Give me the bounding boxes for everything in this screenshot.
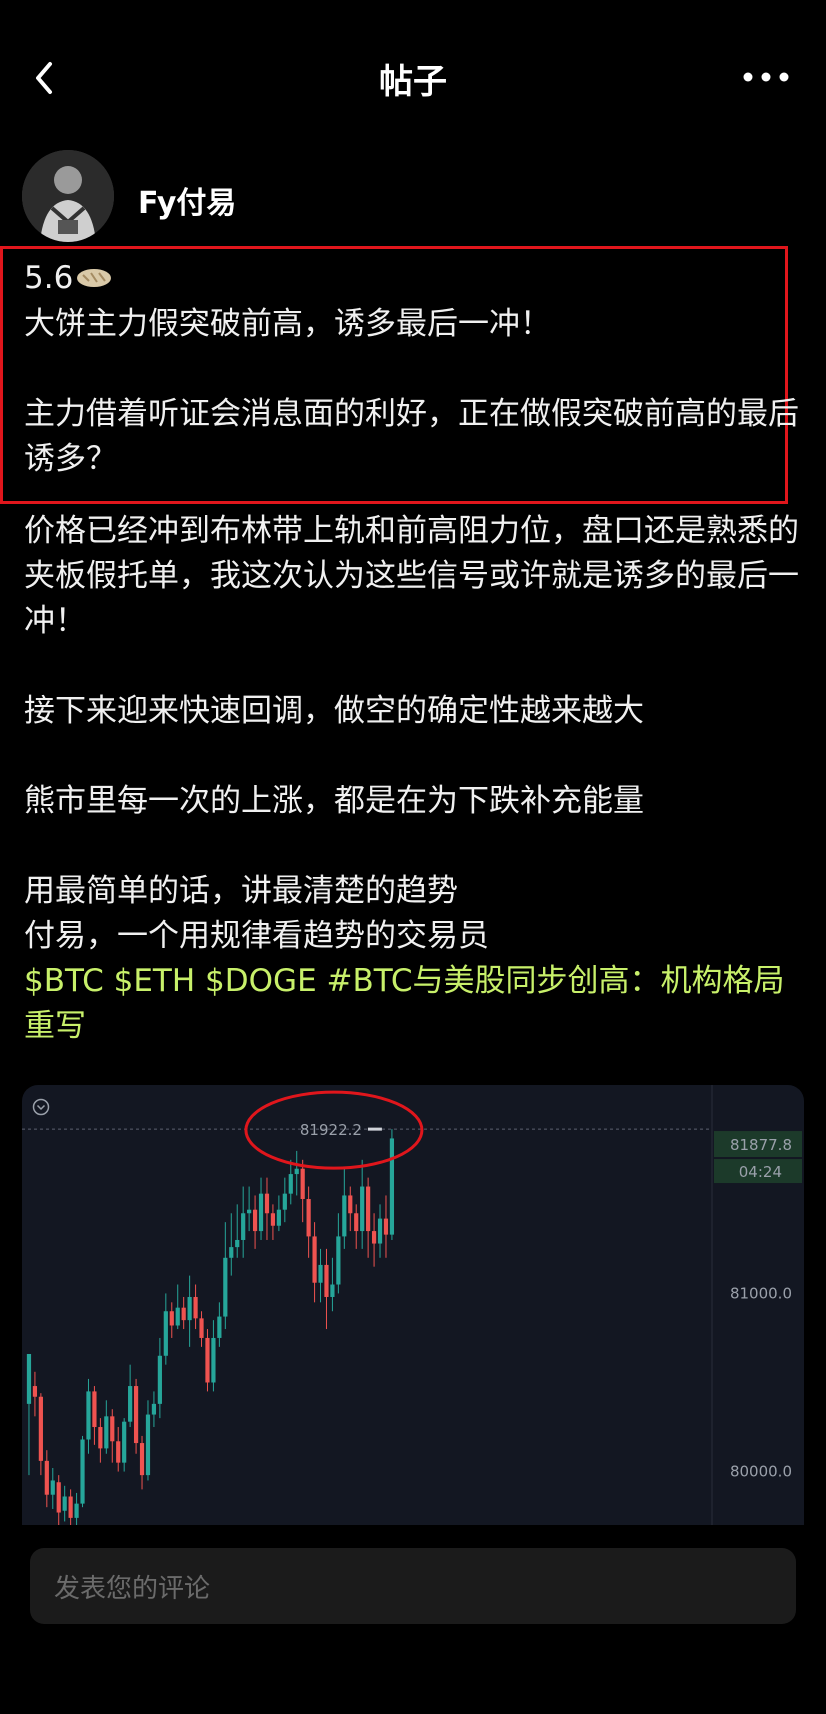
more-options-button[interactable] xyxy=(736,62,796,92)
tag-btc[interactable]: $BTC xyxy=(24,963,104,999)
tag-eth[interactable]: $ETH xyxy=(114,963,196,999)
collapse-icon xyxy=(32,1098,50,1116)
candle-body xyxy=(377,1218,383,1244)
candle-body xyxy=(151,1403,157,1415)
candle-body xyxy=(62,1496,67,1511)
candle-body xyxy=(181,1307,186,1321)
post-paragraph: 熊市里每一次的上涨，都是在为下跌补充能量 xyxy=(24,783,644,819)
candle-body xyxy=(247,1209,252,1214)
candle-body xyxy=(157,1355,162,1404)
post-content: 5.6 大饼主力假突破前高，诱多最后一冲！ 主力借着听证会消息面的利好，正在做假… xyxy=(24,256,804,1049)
candle-body xyxy=(122,1421,127,1463)
post-paragraph: 主力借着听证会消息面的利好，正在做假突破前高的最后诱多？ xyxy=(24,396,799,477)
candle-body xyxy=(38,1396,43,1461)
current-price-label: 81877.8 xyxy=(730,1136,792,1154)
post-paragraph: 接下来迎来快速回调，做空的确定性越来越大 xyxy=(24,693,644,729)
candle-body xyxy=(68,1496,73,1518)
candle-body xyxy=(306,1199,311,1237)
top-bar: 帖子 xyxy=(0,0,826,160)
candle-body xyxy=(187,1296,192,1321)
post-paragraph: 价格已经冲到布林带上轨和前高阻力位，盘口还是熟悉的夹板假托单，我这次认为这些信号… xyxy=(24,513,799,639)
author-name[interactable]: Fy付易 xyxy=(138,178,236,222)
candle-body xyxy=(104,1416,109,1449)
candle-body xyxy=(235,1239,240,1248)
candle-body xyxy=(258,1193,264,1232)
candle-body xyxy=(26,1353,32,1404)
candle-body xyxy=(32,1386,38,1397)
candle-body xyxy=(360,1186,365,1232)
y-tick-label: 80000.0 xyxy=(730,1463,792,1481)
candle-body xyxy=(252,1209,258,1232)
candle-body xyxy=(223,1257,228,1317)
candle-body xyxy=(50,1480,55,1495)
candle-body xyxy=(389,1138,395,1235)
comment-placeholder: 发表您的评论 xyxy=(54,1574,211,1604)
candle-body xyxy=(229,1247,234,1258)
candle-body xyxy=(110,1416,115,1442)
candle-body xyxy=(300,1168,305,1200)
comment-input[interactable]: 发表您的评论 xyxy=(30,1548,796,1624)
candle-body xyxy=(44,1460,49,1495)
post-paragraph: 大饼主力假突破前高，诱多最后一冲！ xyxy=(24,306,551,342)
avatar[interactable] xyxy=(22,150,114,242)
flatbread-emoji-icon xyxy=(75,257,113,302)
post-date: 5.6 xyxy=(24,260,74,296)
candle-body xyxy=(354,1213,359,1232)
candle-body xyxy=(330,1284,335,1297)
collapse-icon-chevron xyxy=(36,1104,46,1111)
candle-body xyxy=(211,1337,216,1383)
candle-body xyxy=(276,1209,281,1226)
high-price-label: 81922.2 xyxy=(300,1121,362,1139)
candle-body xyxy=(139,1443,145,1476)
more-dots-icon xyxy=(743,72,789,82)
candle-body xyxy=(241,1213,246,1240)
candlestick-chart: 81000.0 80000.0 81922.2 81877.8 04:24 xyxy=(22,1085,802,1525)
candle-body xyxy=(348,1195,353,1214)
candle-body xyxy=(128,1386,133,1422)
candle-body xyxy=(163,1311,168,1356)
candle-body xyxy=(312,1236,317,1283)
price-chart[interactable]: 81000.0 80000.0 81922.2 81877.8 04:24 xyxy=(22,1085,804,1525)
candle-body xyxy=(169,1311,174,1326)
candle-body xyxy=(199,1318,204,1338)
candle-body xyxy=(145,1414,151,1476)
countdown-label: 04:24 xyxy=(739,1163,782,1181)
candle-body xyxy=(133,1386,139,1444)
candle-body xyxy=(270,1213,276,1226)
post-paragraph: 用最简单的话，讲最清楚的趋势 xyxy=(24,873,458,909)
candle-body xyxy=(86,1391,91,1440)
y-tick-label: 81000.0 xyxy=(730,1284,792,1302)
candle-body xyxy=(175,1307,180,1326)
candle-body xyxy=(92,1391,97,1428)
tag-doge[interactable]: $DOGE xyxy=(205,963,317,999)
candle-body xyxy=(80,1439,85,1504)
candle-body xyxy=(282,1193,287,1210)
candle-body xyxy=(205,1337,210,1383)
candle-body xyxy=(288,1174,293,1194)
post-date-line: 5.6 xyxy=(24,256,804,302)
candle-body xyxy=(294,1168,299,1175)
avatar-image xyxy=(22,150,114,242)
post-paragraph: 付易，一个用规律看趋势的交易员 xyxy=(24,918,489,954)
candle-body xyxy=(193,1296,198,1319)
candle-body xyxy=(336,1236,341,1285)
candle-body xyxy=(116,1441,121,1463)
candle-body xyxy=(98,1427,103,1449)
candle-body xyxy=(56,1482,61,1513)
candle-body xyxy=(383,1218,389,1235)
candle-body xyxy=(371,1231,377,1244)
candle-body xyxy=(318,1264,323,1283)
candle-body xyxy=(324,1264,329,1297)
candle-body xyxy=(366,1186,371,1232)
post-tags: $BTC $ETH $DOGE #BTC与美股同步创高：机构格局重写 xyxy=(24,959,804,1049)
candle-body xyxy=(217,1316,222,1338)
candle-body xyxy=(342,1195,347,1237)
candle-body xyxy=(264,1193,270,1214)
candle-body xyxy=(74,1503,79,1518)
page-title: 帖子 xyxy=(379,62,447,102)
